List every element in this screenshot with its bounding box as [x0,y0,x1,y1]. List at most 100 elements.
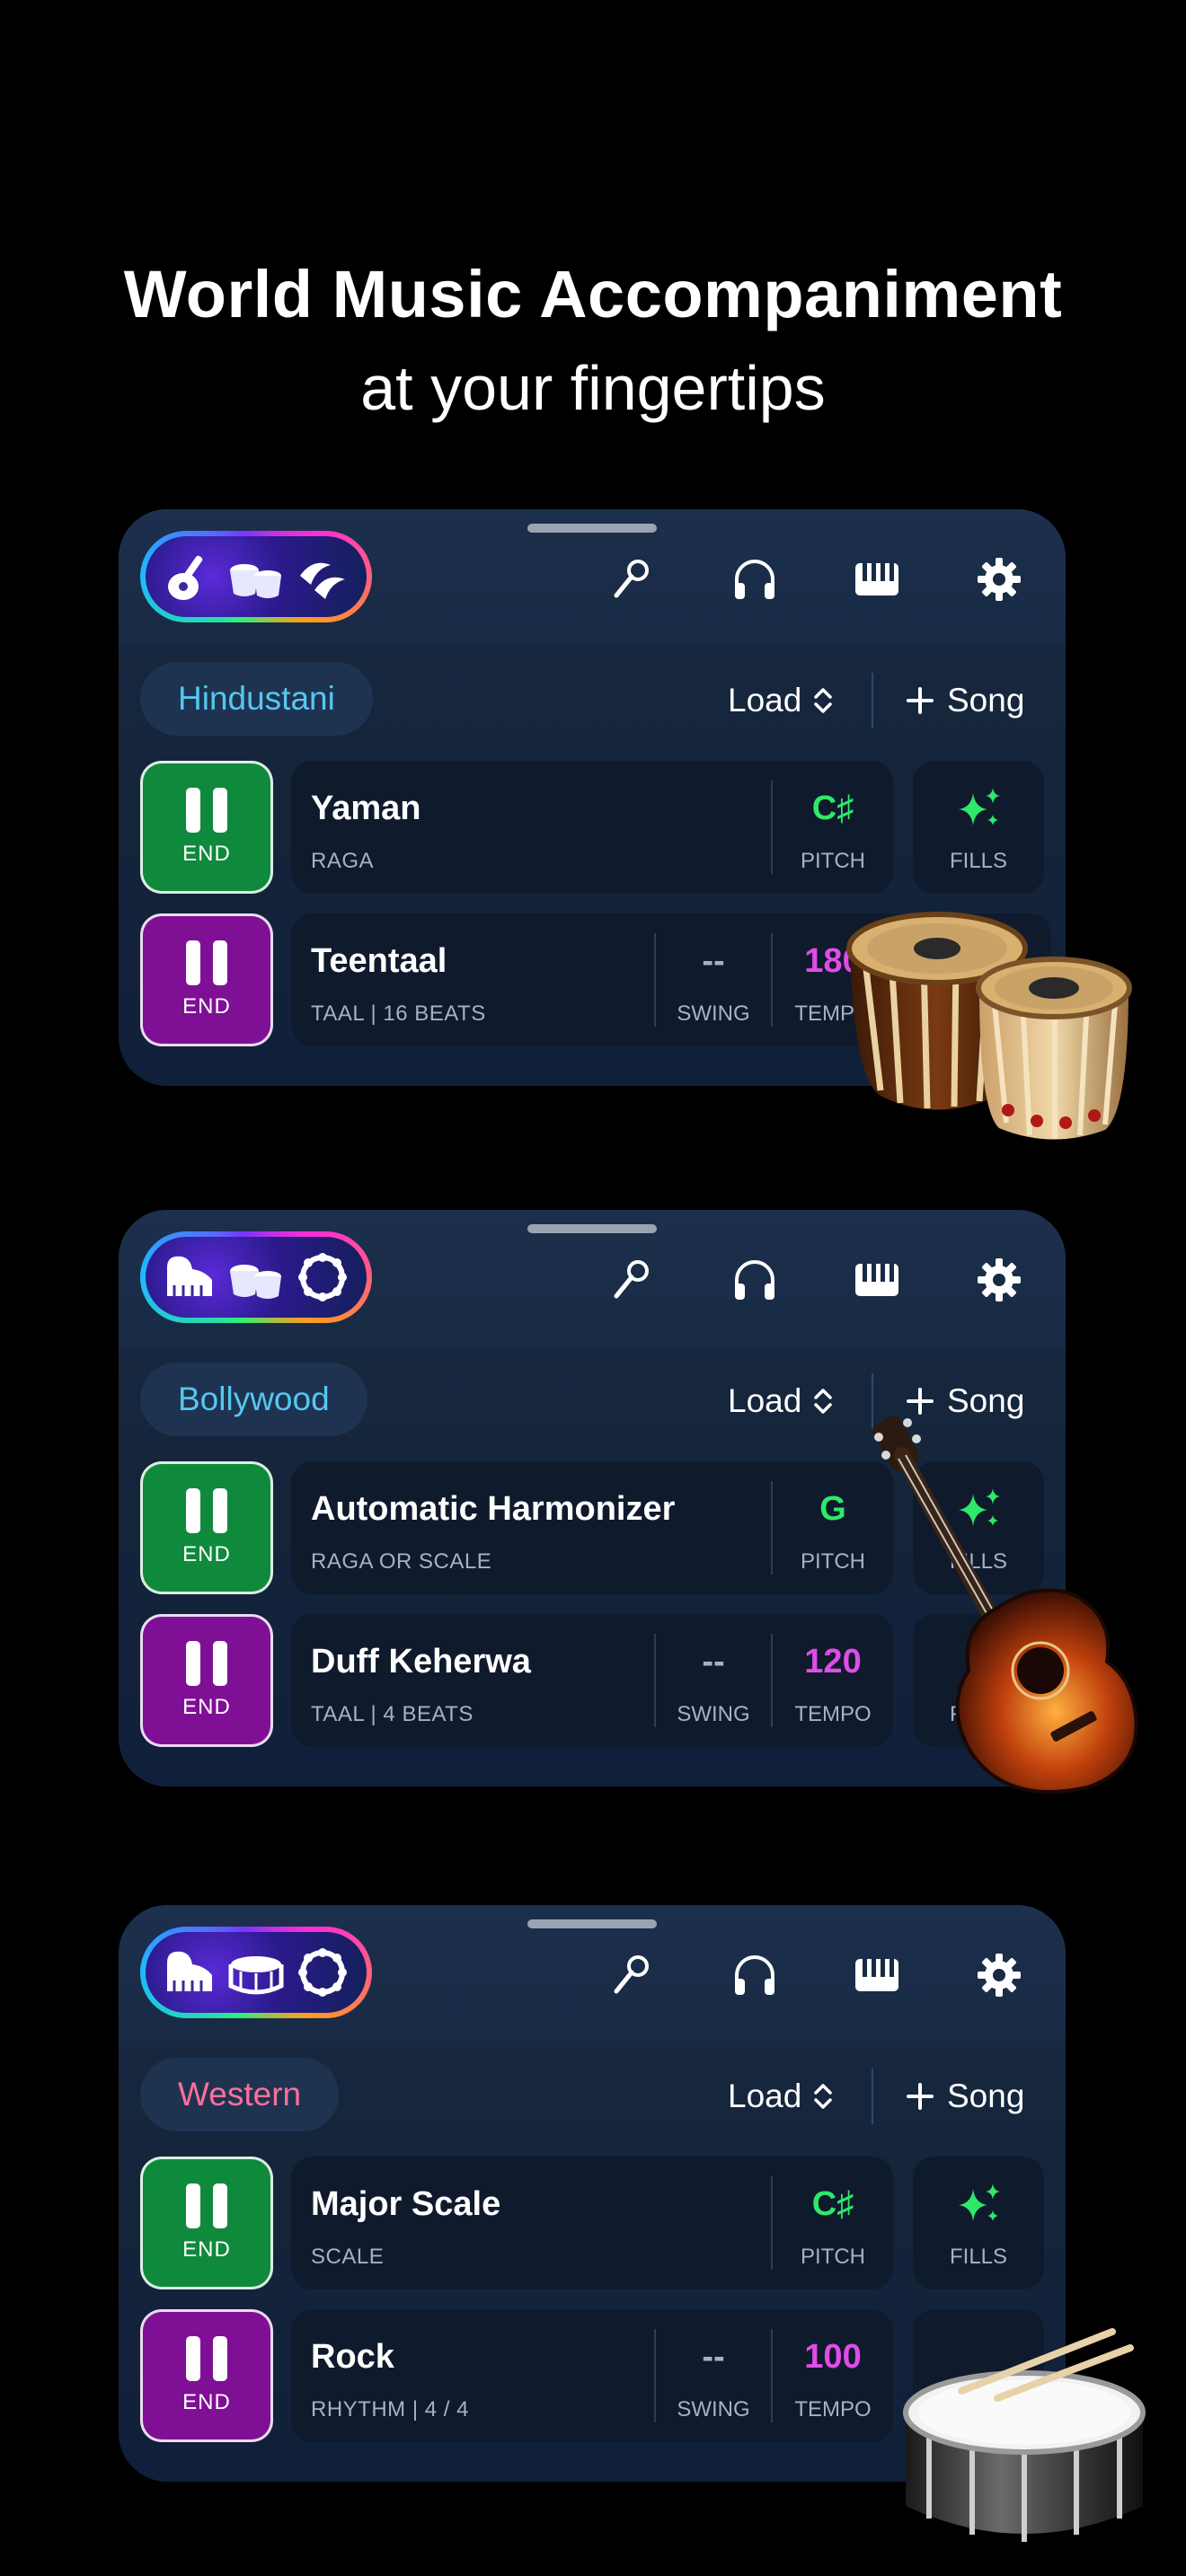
swing-label: SWING [677,2397,750,2422]
load-label: Load [728,2078,802,2114]
genre-pill[interactable]: Bollywood [140,1363,367,1436]
raga-card[interactable]: Yaman RAGA C♯ PITCH [291,761,893,894]
headline-title: World Music Accompaniment [123,257,1063,331]
pause-end-button[interactable]: END [140,2309,273,2442]
load-label: Load [728,1382,802,1419]
pause-end-button[interactable]: END [140,1461,273,1594]
genre-label: Western [178,2076,302,2113]
pause-icon [186,1641,227,1686]
pause-icon [186,2183,227,2228]
taal-title: Duff Keherwa [311,1643,531,1681]
fills-button[interactable]: FILLS [913,2157,1044,2289]
acoustic-guitar-image [872,1416,1138,1794]
pitch-label: PITCH [801,849,865,873]
gear-icon[interactable] [974,1255,1024,1305]
cymbals-icon [300,562,345,599]
pitch-value[interactable]: C♯ [773,2185,893,2224]
microphone-icon[interactable] [606,1950,656,2000]
pause-end-button[interactable]: END [140,1614,273,1747]
load-button[interactable]: Load [728,1382,834,1420]
tabla-icon [230,1265,281,1299]
genre-pill[interactable]: Western [140,2058,340,2131]
pause-end-button[interactable]: END [140,913,273,1046]
rhythm-title: Rock [311,2338,394,2376]
load-button[interactable]: Load [728,682,834,719]
end-label: END [182,994,231,1019]
headphones-icon[interactable] [730,1950,780,2000]
taal-subtitle: TAAL | 4 BEATS [311,1702,474,1726]
load-label: Load [728,682,802,719]
drag-handle[interactable] [527,1919,657,1928]
tabla-drums-image [846,912,1132,1140]
raga-row: END Yaman RAGA C♯ PITCH FILLS [140,761,1044,894]
tambourine-icon [298,1253,347,1301]
instrument-selector[interactable] [140,1231,372,1323]
rhythm-card[interactable]: Rock RHYTHM | 4 / 4 -- SWING 100 TEMPO [291,2309,893,2442]
headphones-icon[interactable] [730,1255,780,1305]
instrument-selector[interactable] [140,1927,372,2018]
scale-subtitle: SCALE [311,2245,385,2269]
piano-icon [167,1951,212,1991]
gear-icon[interactable] [974,1950,1024,2000]
snare-drum-with-sticks-image [903,2328,1146,2542]
harmonizer-subtitle: RAGA OR SCALE [311,1549,492,1574]
microphone-icon[interactable] [606,554,656,604]
song-label: Song [947,682,1025,719]
drag-handle[interactable] [527,524,657,533]
swing-value[interactable]: -- [656,1643,771,1681]
instrument-selector[interactable] [140,531,372,622]
pause-icon [186,2336,227,2381]
pitch-value[interactable]: C♯ [773,790,893,828]
drag-handle[interactable] [527,1224,657,1233]
fills-label: FILLS [949,2245,1008,2269]
add-song-button[interactable]: Song [906,2078,1024,2115]
chevron-up-down-icon [814,2084,833,2109]
raga-title: Yaman [311,790,421,827]
song-label: Song [947,2078,1025,2114]
end-label: END [182,1542,231,1566]
gear-icon[interactable] [974,554,1024,604]
tabla-icon [230,564,281,598]
scale-row: END Major Scale SCALE C♯ PITCH FILLS [140,2157,1044,2289]
fills-button[interactable]: FILLS [913,761,1044,894]
genre-pill[interactable]: Hindustani [140,662,373,736]
end-label: END [182,2237,231,2262]
chevron-up-down-icon [814,1389,833,1414]
pause-end-button[interactable]: END [140,761,273,894]
harmonizer-title: Automatic Harmonizer [311,1490,676,1528]
plus-icon [907,687,934,714]
fills-label: FILLS [949,849,1008,873]
plus-icon [907,2083,934,2110]
swing-value[interactable]: -- [656,942,771,981]
swing-value[interactable]: -- [656,2338,771,2377]
divider [872,673,873,728]
headline-subtitle: at your fingertips [360,353,826,423]
genre-label: Bollywood [178,1381,330,1417]
headline: World Music Accompaniment at your finger… [0,251,1186,431]
tempo-value[interactable]: 100 [773,2338,893,2377]
keyboard-icon[interactable] [852,1950,902,2000]
pitch-label: PITCH [801,2245,865,2269]
scale-card[interactable]: Major Scale SCALE C♯ PITCH [291,2157,893,2289]
taal-card[interactable]: Duff Keherwa TAAL | 4 BEATS -- SWING 120… [291,1614,893,1747]
taal-title: Teentaal [311,942,447,980]
genre-label: Hindustani [178,680,335,717]
end-label: END [182,2390,231,2414]
tempo-label: TEMPO [794,2397,872,2422]
microphone-icon[interactable] [606,1255,656,1305]
end-label: END [182,1695,231,1719]
pause-icon [186,940,227,985]
keyboard-icon[interactable] [852,1255,902,1305]
pause-end-button[interactable]: END [140,2157,273,2289]
sparkles-icon [959,788,1000,825]
snare-drum-icon [228,1956,284,1995]
load-button[interactable]: Load [728,2078,834,2115]
chevron-up-down-icon [814,688,833,713]
keyboard-icon[interactable] [852,554,902,604]
sparkles-icon [959,2183,1000,2221]
headphones-icon[interactable] [730,554,780,604]
harmonizer-card[interactable]: Automatic Harmonizer RAGA OR SCALE G PIT… [291,1461,893,1594]
piano-icon [167,1256,212,1296]
rhythm-subtitle: RHYTHM | 4 / 4 [311,2397,469,2422]
add-song-button[interactable]: Song [906,682,1024,719]
